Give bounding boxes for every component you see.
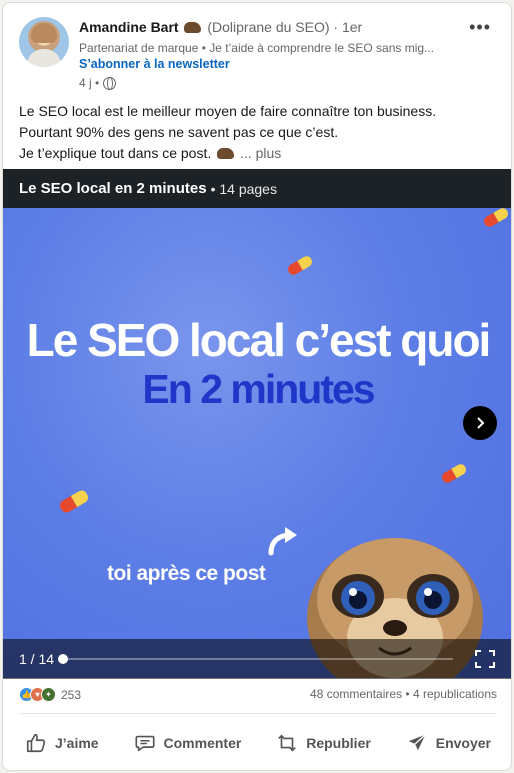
page-indicator: 1 / 14 (19, 651, 55, 667)
pill-decoration (58, 488, 90, 514)
document-titlebar: Le SEO local en 2 minutes • 14 pages (3, 169, 511, 208)
slide-subtitle: En 2 minutes (142, 366, 375, 412)
author-name[interactable]: Amandine Bart (79, 19, 179, 35)
globe-icon (103, 76, 117, 90)
see-more-link[interactable]: ... plus (240, 145, 281, 161)
action-bar: J’aime Commenter Republier Envoyer (13, 723, 503, 763)
author-avatar[interactable] (19, 17, 69, 67)
send-button-label: Envoyer (435, 735, 491, 751)
comments-reposts-count[interactable]: 48 commentaires • 4 republications (310, 687, 497, 701)
document-page-count: • 14 pages (210, 180, 277, 197)
author-headline: Partenariat de marque • Je t’aide à comp… (79, 41, 435, 55)
slide-caption: toi après ce post (107, 562, 266, 585)
slide-title: Le SEO local c’est quoi (26, 314, 492, 366)
repost-icon (278, 734, 297, 752)
social-counts: 👍 ♥ ✦ 253 48 commentaires • 4 republicat… (19, 687, 497, 705)
avatar-hair (31, 23, 57, 43)
like-button-label: J’aime (55, 735, 99, 751)
thumbs-up-icon (26, 733, 46, 753)
send-icon (408, 734, 426, 751)
post-time: 4 j • (79, 76, 117, 90)
send-button[interactable]: Envoyer (394, 723, 503, 763)
post-header: Amandine Bart (Doliprane du SEO) · 1er P… (3, 3, 511, 99)
repost-button-label: Republier (306, 735, 371, 751)
post-text: Le SEO local est le meilleur moyen de fa… (19, 101, 499, 164)
author-brand: (Doliprane du SEO) (207, 19, 330, 35)
post-text-line: Pourtant 90% des gens ne savent pas ce q… (19, 124, 339, 140)
author-name-line: Amandine Bart (Doliprane du SEO) · 1er (79, 19, 362, 35)
document-controls: 1 / 14 (3, 639, 511, 679)
document-carousel[interactable]: Le SEO local en 2 minutes • 14 pages Le … (3, 169, 511, 679)
feed-post-card: Amandine Bart (Doliprane du SEO) · 1er P… (2, 2, 512, 771)
curved-arrow-icon (268, 527, 297, 556)
post-text-line: Je t’explique tout dans ce post. (19, 145, 212, 161)
more-options-button[interactable]: ••• (469, 17, 491, 38)
comment-icon (134, 735, 155, 752)
document-title: Le SEO local en 2 minutes (19, 180, 207, 197)
otter-emoji-icon (217, 148, 235, 159)
pill-decoration (440, 462, 468, 485)
post-text-line-last: Je t’explique tout dans ce post. ... plu… (19, 143, 499, 164)
comment-button-label: Commenter (163, 735, 242, 751)
post-text-line: Le SEO local est le meilleur moyen de fa… (19, 103, 437, 119)
next-page-button[interactable] (463, 406, 497, 440)
like-button[interactable]: J’aime (13, 723, 111, 763)
pill-decoration (482, 208, 510, 229)
otter-emoji-icon (184, 22, 202, 33)
avatar-shirt (27, 49, 61, 67)
document-slide[interactable]: Le SEO local c’est quoi En 2 minutes toi… (3, 208, 511, 678)
post-time-label: 4 j • (79, 76, 100, 90)
reactions-summary[interactable]: 👍 ♥ ✦ 253 (19, 687, 81, 702)
reaction-count: 253 (61, 687, 82, 702)
subscribe-newsletter-link[interactable]: S’abonner à la newsletter (79, 57, 230, 71)
comment-button[interactable]: Commenter (122, 723, 254, 763)
fullscreen-icon[interactable] (475, 650, 495, 668)
divider (19, 713, 497, 714)
page-progress-thumb[interactable] (58, 654, 68, 664)
repost-button[interactable]: Republier (264, 723, 383, 763)
connection-degree: · 1er (333, 19, 363, 35)
chevron-right-icon (477, 417, 485, 429)
pill-decoration (286, 254, 314, 277)
celebrate-reaction-icon: ✦ (41, 687, 56, 702)
page-progress-slider[interactable] (58, 654, 453, 664)
